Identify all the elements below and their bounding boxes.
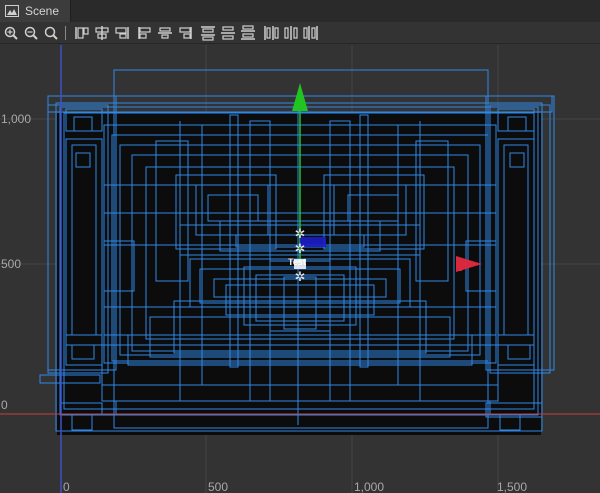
zoom-reset-icon <box>44 26 58 40</box>
scene-toolbar <box>0 22 600 44</box>
distribute-h-center-icon <box>284 25 298 40</box>
distribute-left-icon <box>264 25 279 40</box>
scene-icon <box>5 5 19 17</box>
align-right-icon <box>179 26 192 39</box>
distribute-v-center-icon <box>221 25 235 40</box>
distribute-v-center-button[interactable] <box>219 24 237 42</box>
scene-tab[interactable]: Scene <box>0 0 71 22</box>
distribute-bottom-icon <box>241 24 255 40</box>
gear-icon: ✲ <box>295 241 306 256</box>
align-h-center-button[interactable] <box>156 24 174 42</box>
distribute-h-center-button[interactable] <box>282 24 300 42</box>
distribute-right-button[interactable] <box>302 24 320 42</box>
x-ruler-label: 0 <box>63 480 70 493</box>
x-ruler-label: 1,000 <box>354 480 385 493</box>
x-ruler-label: 1,500 <box>497 480 528 493</box>
align-v-center-button[interactable] <box>93 24 111 42</box>
gear-icon: ✲ <box>295 226 306 241</box>
scene-canvas[interactable]: ✲ ✲ ✲ <box>0 45 600 493</box>
scene-panel-tabbar: Scene <box>0 0 600 23</box>
align-left-button[interactable] <box>136 24 154 42</box>
align-right-button[interactable] <box>176 24 194 42</box>
align-v-center-icon <box>95 25 109 40</box>
align-h-center-icon <box>158 26 172 39</box>
x-ruler-label: 500 <box>208 480 229 493</box>
distribute-top-button[interactable] <box>199 24 217 42</box>
scene-viewport[interactable]: ✲ ✲ ✲ Test 1,000 500 0 0 500 1,000 1,500 <box>0 45 600 493</box>
toolbar-separator <box>65 25 66 40</box>
zoom-in-icon <box>4 26 18 40</box>
gear-icon: ✲ <box>295 269 306 284</box>
scene-tab-label: Scene <box>25 4 60 18</box>
gizmo-x-stem <box>456 258 462 271</box>
align-bottom-icon <box>115 26 129 39</box>
y-ruler-label: 1,000 <box>1 112 32 126</box>
gizmo-y-arrow-icon[interactable] <box>292 83 308 111</box>
zoom-reset-button[interactable] <box>42 24 60 42</box>
y-ruler-label: 500 <box>1 257 22 271</box>
distribute-left-button[interactable] <box>262 24 280 42</box>
distribute-bottom-button[interactable] <box>239 24 257 42</box>
align-left-icon <box>138 26 151 39</box>
zoom-in-button[interactable] <box>2 24 20 42</box>
align-bottom-button[interactable] <box>113 24 131 42</box>
node-name-label: Test <box>288 257 306 267</box>
align-top-icon <box>75 26 89 39</box>
align-top-button[interactable] <box>73 24 91 42</box>
distribute-right-icon <box>303 25 318 40</box>
zoom-out-icon <box>24 26 38 40</box>
y-ruler-label: 0 <box>1 398 8 412</box>
zoom-out-button[interactable] <box>22 24 40 42</box>
distribute-top-icon <box>201 25 215 41</box>
